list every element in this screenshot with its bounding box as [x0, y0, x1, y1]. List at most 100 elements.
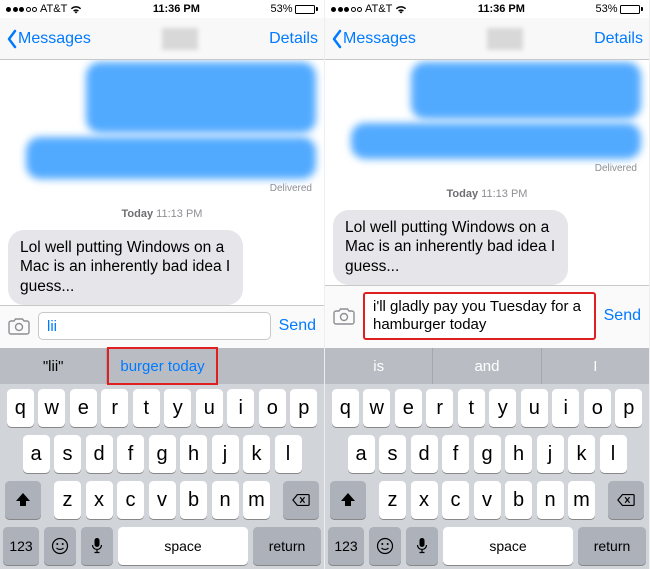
prediction-1[interactable]: and	[433, 348, 541, 384]
key-z[interactable]: z	[54, 481, 81, 519]
timestamp: Today 11:13 PM	[122, 208, 203, 220]
key-b[interactable]: b	[505, 481, 532, 519]
backspace-key[interactable]	[608, 481, 644, 519]
dictation-key[interactable]	[406, 527, 438, 565]
key-s[interactable]: s	[54, 435, 81, 473]
key-q[interactable]: q	[7, 389, 34, 427]
key-r[interactable]: r	[426, 389, 453, 427]
key-d[interactable]: d	[411, 435, 438, 473]
return-key[interactable]: return	[578, 527, 646, 565]
prediction-0[interactable]: is	[325, 348, 433, 384]
key-row-3-letters: zxcvbnm	[379, 481, 595, 519]
shift-key[interactable]	[330, 481, 366, 519]
key-z[interactable]: z	[379, 481, 406, 519]
key-s[interactable]: s	[379, 435, 406, 473]
key-a[interactable]: a	[23, 435, 50, 473]
details-button[interactable]: Details	[594, 30, 643, 48]
return-key[interactable]: return	[253, 527, 321, 565]
back-button[interactable]: Messages	[331, 29, 416, 49]
key-o[interactable]: o	[584, 389, 611, 427]
key-j[interactable]: j	[537, 435, 564, 473]
key-x[interactable]: x	[86, 481, 113, 519]
prediction-bar: "lii" burger today	[0, 348, 324, 384]
back-button[interactable]: Messages	[6, 29, 91, 49]
key-w[interactable]: w	[38, 389, 65, 427]
input-bar: i'll gladly pay you Tuesday for a hambur…	[325, 285, 649, 348]
key-p[interactable]: p	[615, 389, 642, 427]
key-u[interactable]: u	[196, 389, 223, 427]
conversation[interactable]: Delivered Today 11:13 PM Lol well puttin…	[325, 60, 649, 285]
prediction-0[interactable]: "lii"	[0, 348, 107, 384]
key-q[interactable]: q	[332, 389, 359, 427]
key-f[interactable]: f	[117, 435, 144, 473]
wifi-icon	[70, 5, 82, 14]
delivered-label: Delivered	[595, 163, 637, 174]
phone-right: AT&T 11:36 PM 53% Messages Details Deliv…	[325, 0, 650, 569]
conversation[interactable]: Delivered Today 11:13 PM Lol well puttin…	[0, 60, 324, 305]
key-v[interactable]: v	[149, 481, 176, 519]
key-h[interactable]: h	[505, 435, 532, 473]
key-y[interactable]: y	[489, 389, 516, 427]
key-g[interactable]: g	[149, 435, 176, 473]
key-i[interactable]: i	[552, 389, 579, 427]
key-b[interactable]: b	[180, 481, 207, 519]
input-bar: lii Send	[0, 305, 324, 348]
key-j[interactable]: j	[212, 435, 239, 473]
emoji-key[interactable]	[369, 527, 401, 565]
shift-key[interactable]	[5, 481, 41, 519]
key-v[interactable]: v	[474, 481, 501, 519]
key-d[interactable]: d	[86, 435, 113, 473]
details-button[interactable]: Details	[269, 30, 318, 48]
key-row-2: asdfghjkl	[3, 435, 321, 473]
space-key[interactable]: space	[443, 527, 573, 565]
carrier-label: AT&T	[365, 3, 392, 15]
contact-title[interactable]	[162, 28, 198, 50]
key-r[interactable]: r	[101, 389, 128, 427]
prediction-2[interactable]	[218, 348, 324, 384]
key-k[interactable]: k	[243, 435, 270, 473]
space-key[interactable]: space	[118, 527, 248, 565]
incoming-bubble: Lol well putting Windows on a Mac is an …	[8, 230, 243, 305]
key-t[interactable]: t	[458, 389, 485, 427]
key-g[interactable]: g	[474, 435, 501, 473]
back-label: Messages	[343, 30, 416, 48]
camera-icon[interactable]	[333, 307, 355, 325]
key-i[interactable]: i	[227, 389, 254, 427]
status-bar: AT&T 11:36 PM 53%	[325, 0, 649, 18]
key-c[interactable]: c	[117, 481, 144, 519]
prediction-1[interactable]: burger today	[107, 347, 217, 385]
message-input[interactable]: i'll gladly pay you Tuesday for a hambur…	[363, 292, 596, 340]
key-m[interactable]: m	[243, 481, 270, 519]
contact-title[interactable]	[487, 28, 523, 50]
key-c[interactable]: c	[442, 481, 469, 519]
backspace-key[interactable]	[283, 481, 319, 519]
key-h[interactable]: h	[180, 435, 207, 473]
key-e[interactable]: e	[70, 389, 97, 427]
key-x[interactable]: x	[411, 481, 438, 519]
send-button[interactable]: Send	[604, 307, 641, 325]
key-p[interactable]: p	[290, 389, 317, 427]
numbers-key[interactable]: 123	[3, 527, 39, 565]
key-m[interactable]: m	[568, 481, 595, 519]
key-l[interactable]: l	[600, 435, 627, 473]
key-k[interactable]: k	[568, 435, 595, 473]
key-f[interactable]: f	[442, 435, 469, 473]
key-n[interactable]: n	[212, 481, 239, 519]
key-l[interactable]: l	[275, 435, 302, 473]
key-n[interactable]: n	[537, 481, 564, 519]
numbers-key[interactable]: 123	[328, 527, 364, 565]
key-o[interactable]: o	[259, 389, 286, 427]
dictation-key[interactable]	[81, 527, 113, 565]
key-w[interactable]: w	[363, 389, 390, 427]
key-u[interactable]: u	[521, 389, 548, 427]
camera-icon[interactable]	[8, 317, 30, 335]
key-a[interactable]: a	[348, 435, 375, 473]
key-row-3: zxcvbnm	[3, 481, 321, 519]
key-y[interactable]: y	[164, 389, 191, 427]
send-button[interactable]: Send	[279, 317, 316, 335]
key-t[interactable]: t	[133, 389, 160, 427]
message-input[interactable]: lii	[38, 312, 271, 340]
emoji-key[interactable]	[44, 527, 76, 565]
prediction-2[interactable]: I	[542, 348, 649, 384]
key-e[interactable]: e	[395, 389, 422, 427]
